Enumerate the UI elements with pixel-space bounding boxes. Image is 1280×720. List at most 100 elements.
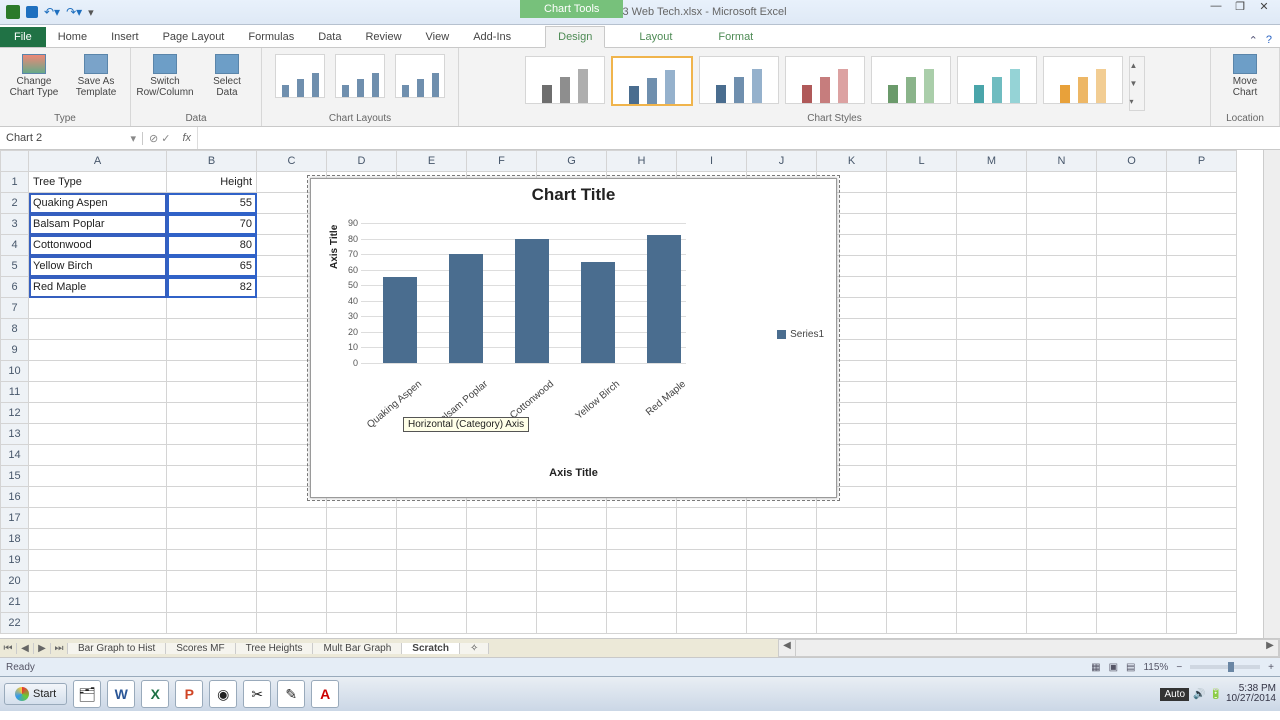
cell-P5[interactable] bbox=[1167, 256, 1237, 277]
xtick[interactable]: Balsam Poplar bbox=[414, 379, 490, 445]
cell-L13[interactable] bbox=[887, 424, 957, 445]
col-head-E[interactable]: E bbox=[397, 151, 467, 172]
cell-D20[interactable] bbox=[327, 571, 397, 592]
cell-E22[interactable] bbox=[397, 613, 467, 634]
row-head-11[interactable]: 11 bbox=[1, 382, 29, 403]
cell-J19[interactable] bbox=[747, 550, 817, 571]
change-chart-type-button[interactable]: Change Chart Type bbox=[8, 54, 60, 98]
chart-plot-area[interactable]: 0102030405060708090Quaking AspenBalsam P… bbox=[361, 223, 686, 364]
cell-K20[interactable] bbox=[817, 571, 887, 592]
chart-layout-thumb-3[interactable] bbox=[395, 54, 445, 98]
cell-K22[interactable] bbox=[817, 613, 887, 634]
col-head-L[interactable]: L bbox=[887, 151, 957, 172]
cell-N3[interactable] bbox=[1027, 214, 1097, 235]
cell-O20[interactable] bbox=[1097, 571, 1167, 592]
bar-2[interactable] bbox=[515, 239, 549, 363]
cell-H18[interactable] bbox=[607, 529, 677, 550]
cell-O22[interactable] bbox=[1097, 613, 1167, 634]
cell-B1[interactable]: Height bbox=[167, 172, 257, 193]
cell-A20[interactable] bbox=[29, 571, 167, 592]
cell-L3[interactable] bbox=[887, 214, 957, 235]
cell-L12[interactable] bbox=[887, 403, 957, 424]
cell-A21[interactable] bbox=[29, 592, 167, 613]
redo-icon[interactable]: ↷▾ bbox=[66, 5, 82, 19]
row-head-19[interactable]: 19 bbox=[1, 550, 29, 571]
cell-B18[interactable] bbox=[167, 529, 257, 550]
cell-P11[interactable] bbox=[1167, 382, 1237, 403]
cell-A19[interactable] bbox=[29, 550, 167, 571]
cell-P1[interactable] bbox=[1167, 172, 1237, 193]
cell-N13[interactable] bbox=[1027, 424, 1097, 445]
cell-B2[interactable]: 55 bbox=[167, 193, 257, 214]
cell-B15[interactable] bbox=[167, 466, 257, 487]
cell-L22[interactable] bbox=[887, 613, 957, 634]
cell-M12[interactable] bbox=[957, 403, 1027, 424]
cell-B21[interactable] bbox=[167, 592, 257, 613]
cell-P12[interactable] bbox=[1167, 403, 1237, 424]
cell-N7[interactable] bbox=[1027, 298, 1097, 319]
cell-D18[interactable] bbox=[327, 529, 397, 550]
cell-B16[interactable] bbox=[167, 487, 257, 508]
cell-P7[interactable] bbox=[1167, 298, 1237, 319]
col-head-P[interactable]: P bbox=[1167, 151, 1237, 172]
cell-P17[interactable] bbox=[1167, 508, 1237, 529]
cell-F21[interactable] bbox=[467, 592, 537, 613]
cell-O12[interactable] bbox=[1097, 403, 1167, 424]
cell-A22[interactable] bbox=[29, 613, 167, 634]
row-head-15[interactable]: 15 bbox=[1, 466, 29, 487]
cell-D19[interactable] bbox=[327, 550, 397, 571]
vertical-scrollbar[interactable] bbox=[1263, 150, 1280, 638]
cell-M10[interactable] bbox=[957, 361, 1027, 382]
row-head-13[interactable]: 13 bbox=[1, 424, 29, 445]
col-head-N[interactable]: N bbox=[1027, 151, 1097, 172]
cell-M2[interactable] bbox=[957, 193, 1027, 214]
cell-A13[interactable] bbox=[29, 424, 167, 445]
cell-M5[interactable] bbox=[957, 256, 1027, 277]
cell-K18[interactable] bbox=[817, 529, 887, 550]
cell-P21[interactable] bbox=[1167, 592, 1237, 613]
tab-layout[interactable]: Layout bbox=[627, 27, 684, 47]
cell-A3[interactable]: Balsam Poplar bbox=[29, 214, 167, 235]
cell-L1[interactable] bbox=[887, 172, 957, 193]
cell-F22[interactable] bbox=[467, 613, 537, 634]
row-head-18[interactable]: 18 bbox=[1, 529, 29, 550]
cell-B12[interactable] bbox=[167, 403, 257, 424]
minimize-icon[interactable]: — bbox=[1204, 0, 1228, 16]
chart-layout-thumb-1[interactable] bbox=[275, 54, 325, 98]
undo-icon[interactable]: ↶▾ bbox=[44, 5, 60, 19]
bar-4[interactable] bbox=[647, 235, 681, 363]
cell-L6[interactable] bbox=[887, 277, 957, 298]
cell-O1[interactable] bbox=[1097, 172, 1167, 193]
cell-E17[interactable] bbox=[397, 508, 467, 529]
cell-C20[interactable] bbox=[257, 571, 327, 592]
switch-row-col-button[interactable]: Switch Row/Column bbox=[139, 54, 191, 98]
cell-I19[interactable] bbox=[677, 550, 747, 571]
cell-H20[interactable] bbox=[607, 571, 677, 592]
cell-N4[interactable] bbox=[1027, 235, 1097, 256]
cell-E18[interactable] bbox=[397, 529, 467, 550]
cell-M15[interactable] bbox=[957, 466, 1027, 487]
cell-P18[interactable] bbox=[1167, 529, 1237, 550]
cell-O10[interactable] bbox=[1097, 361, 1167, 382]
close-icon[interactable]: ✕ bbox=[1252, 0, 1276, 16]
cell-N16[interactable] bbox=[1027, 487, 1097, 508]
cell-K21[interactable] bbox=[817, 592, 887, 613]
chart-style-thumb-5[interactable] bbox=[871, 56, 951, 104]
tab-view[interactable]: View bbox=[414, 27, 462, 47]
cell-G18[interactable] bbox=[537, 529, 607, 550]
cell-B20[interactable] bbox=[167, 571, 257, 592]
bar-3[interactable] bbox=[581, 262, 615, 363]
col-head-D[interactable]: D bbox=[327, 151, 397, 172]
tab-formulas[interactable]: Formulas bbox=[236, 27, 306, 47]
cell-H21[interactable] bbox=[607, 592, 677, 613]
cell-P19[interactable] bbox=[1167, 550, 1237, 571]
cell-B14[interactable] bbox=[167, 445, 257, 466]
cell-G22[interactable] bbox=[537, 613, 607, 634]
cell-A14[interactable] bbox=[29, 445, 167, 466]
row-head-6[interactable]: 6 bbox=[1, 277, 29, 298]
chart-y-axis-label[interactable]: Axis Title bbox=[329, 225, 340, 269]
sheet-tab-mult-bar[interactable]: Mult Bar Graph bbox=[313, 643, 402, 654]
cell-M13[interactable] bbox=[957, 424, 1027, 445]
zoom-in-icon[interactable]: + bbox=[1268, 662, 1274, 673]
cell-O6[interactable] bbox=[1097, 277, 1167, 298]
